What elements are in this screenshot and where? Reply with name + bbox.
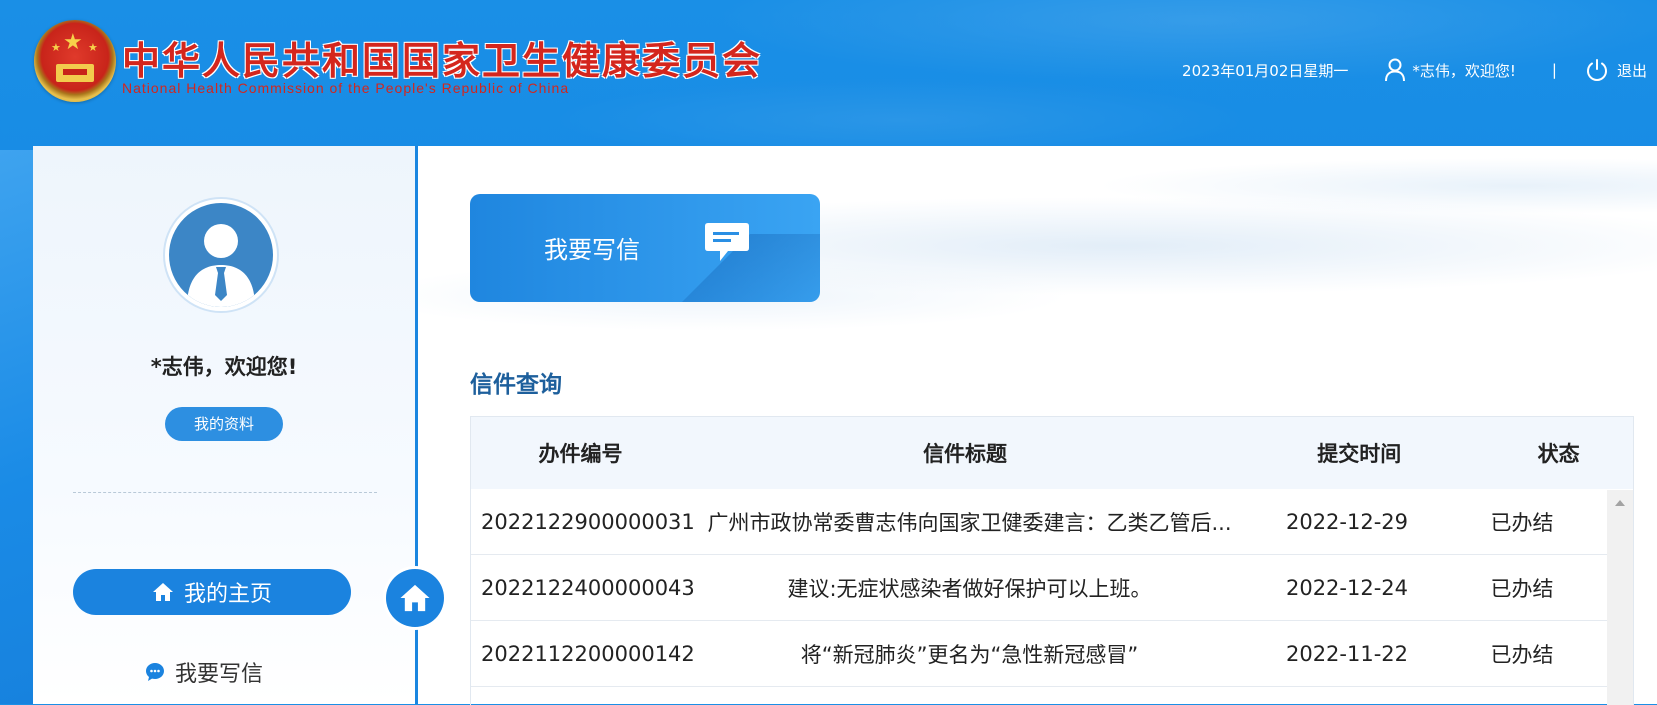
message-icon	[705, 223, 749, 261]
cell-date: 2022-12-29	[1285, 509, 1409, 534]
scroll-up-arrow-icon[interactable]	[1615, 500, 1625, 506]
table-header: 办件编号 信件标题 提交时间 状态	[471, 417, 1633, 489]
header-welcome-text[interactable]: *志伟，欢迎您!	[1412, 60, 1516, 81]
col-header-id: 办件编号	[538, 442, 623, 466]
cell-status: 已办结	[1490, 642, 1554, 667]
cell-date: 2022-11-22	[1285, 641, 1409, 666]
col-header-title: 信件标题	[923, 442, 1008, 466]
col-header-date: 提交时间	[1317, 442, 1402, 466]
national-emblem-logo: ★ ★ ★	[34, 20, 116, 102]
cell-title[interactable]: 将“新冠肺炎”更名为“急性新冠感冒”	[692, 639, 1247, 669]
table-row[interactable]: 2022122400000043 建议:无症状感染者做好保护可以上班。 2022…	[471, 555, 1607, 621]
emblem-gate-icon	[56, 64, 94, 82]
write-letter-card[interactable]: 我要写信	[470, 194, 820, 302]
nav-item-write-letter[interactable]: 我要写信	[145, 655, 263, 689]
cell-id: 2022122400000043	[481, 575, 695, 600]
my-profile-button[interactable]: 我的资料	[165, 407, 283, 441]
letter-query-title: 信件查询	[470, 372, 562, 398]
power-icon[interactable]	[1585, 58, 1609, 82]
cell-id: 2022112200000142	[481, 641, 695, 666]
person-icon	[187, 224, 255, 307]
home-circle-button[interactable]	[386, 569, 444, 627]
site-subtitle: National Health Commission of the People…	[122, 80, 570, 96]
site-title: 中华人民共和国国家卫生健康委员会	[122, 38, 763, 83]
emblem-small-star-icon: ★	[88, 41, 98, 54]
write-letter-label: 我要写信	[544, 236, 640, 264]
table-row[interactable]: 2022122900000031 广州市政协常委曹志伟向国家卫健委建言：乙类乙管…	[471, 489, 1607, 555]
cell-status: 已办结	[1490, 510, 1554, 535]
cell-status: 已办结	[1490, 576, 1554, 601]
logout-link[interactable]: 退出	[1617, 60, 1647, 81]
sidebar-greeting: *志伟，欢迎您!	[150, 355, 298, 379]
avatar-image	[169, 203, 273, 307]
home-icon	[152, 583, 173, 601]
nav-item-home[interactable]: 我的主页	[73, 569, 351, 615]
cell-id: 2022122900000031	[481, 509, 695, 534]
emblem-star-icon: ★	[63, 30, 83, 55]
user-icon	[1385, 58, 1406, 82]
sidebar-divider-dashed	[73, 492, 377, 493]
current-date: 2023年01月02日星期一	[1182, 61, 1349, 80]
table-row[interactable]: 2022112200000142 将“新冠肺炎”更名为“急性新冠感冒” 2022…	[471, 621, 1607, 687]
cell-title[interactable]: 建议:无症状感染者做好保护可以上班。	[692, 573, 1247, 603]
nav-home-label: 我的主页	[183, 582, 272, 607]
nav-write-label: 我要写信	[175, 662, 264, 687]
header-separator: |	[1551, 61, 1557, 79]
cell-title[interactable]: 广州市政协常委曹志伟向国家卫健委建言：乙类乙管后...	[692, 507, 1247, 537]
main-panel: *志伟，欢迎您! 我的资料 我的主页 我要写信 我要写信 信件查询 办件编号 信…	[33, 146, 1657, 705]
emblem-small-star-icon: ★	[51, 41, 61, 54]
table-scrollbar[interactable]	[1607, 490, 1633, 705]
col-header-status: 状态	[1537, 442, 1580, 466]
cell-date: 2022-12-24	[1285, 575, 1409, 600]
chat-bubble-icon	[146, 663, 164, 681]
avatar	[163, 197, 279, 313]
home-icon	[400, 584, 430, 612]
letters-table: 办件编号 信件标题 提交时间 状态 2022122900000031 广州市政协…	[470, 416, 1634, 705]
header-user-bar: 2023年01月02日星期一 *志伟，欢迎您! | 退出	[1182, 55, 1647, 85]
